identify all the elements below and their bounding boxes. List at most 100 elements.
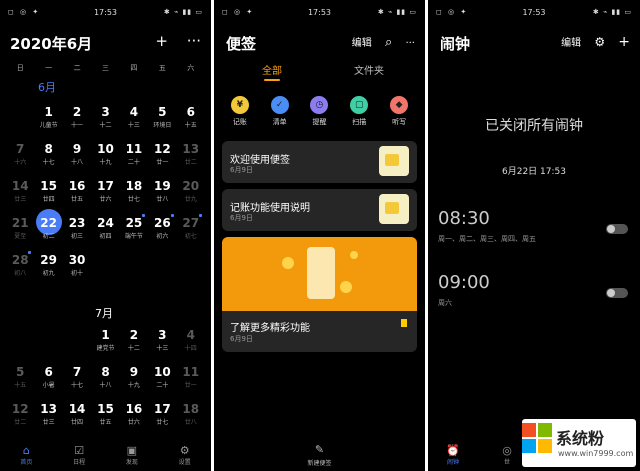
- day-cell[interactable]: 11 二十: [120, 140, 148, 177]
- day-number: 6: [44, 365, 53, 379]
- day-cell[interactable]: 5 环境日: [148, 103, 176, 140]
- add-event-icon[interactable]: +: [155, 32, 168, 50]
- weekday-label: 六: [187, 64, 195, 72]
- more-icon[interactable]: ···: [187, 32, 201, 50]
- quick-action[interactable]: ¥ 记账: [220, 96, 260, 127]
- day-cell[interactable]: 15 廿五: [91, 400, 119, 437]
- day-cell: [91, 251, 119, 288]
- quick-action[interactable]: ◆ 听写: [379, 96, 419, 127]
- day-cell[interactable]: 23 初三: [63, 214, 91, 251]
- day-cell[interactable]: 12 廿二: [6, 400, 34, 437]
- tab-item[interactable]: ⚙ 设置: [158, 441, 211, 471]
- tab-alarm[interactable]: ⏰ 闹钟: [438, 444, 468, 466]
- lunar-label: 环境日: [153, 122, 172, 129]
- lunar-label: 端午节: [124, 233, 143, 240]
- day-cell[interactable]: 4 十三: [120, 103, 148, 140]
- day-cell[interactable]: 6 十五: [177, 103, 205, 140]
- day-cell[interactable]: 3 十二: [91, 103, 119, 140]
- day-cell[interactable]: 1 儿童节: [34, 103, 62, 140]
- edit-button[interactable]: 编辑: [561, 38, 581, 49]
- day-cell[interactable]: 13 廿三: [34, 400, 62, 437]
- day-cell[interactable]: 21 夏至: [6, 214, 34, 251]
- tab-item[interactable]: ▣ 发现: [106, 441, 159, 471]
- day-cell[interactable]: 16 廿五: [63, 177, 91, 214]
- day-cell[interactable]: 18 廿八: [177, 400, 205, 437]
- tab-folder[interactable]: 文件夹: [354, 62, 384, 77]
- tab-item[interactable]: ⌂ 首页: [0, 441, 53, 471]
- day-cell[interactable]: 30 初十: [63, 251, 91, 288]
- lunar-label: 二十: [156, 382, 169, 389]
- day-cell[interactable]: 27 初七: [177, 214, 205, 251]
- day-cell[interactable]: 12 廿一: [148, 140, 176, 177]
- day-cell: [34, 326, 62, 363]
- day-number: 4: [129, 105, 139, 119]
- day-cell[interactable]: 4 十四: [177, 326, 205, 363]
- lunar-label: 十三: [156, 345, 169, 352]
- promo-card[interactable]: 了解更多精彩功能 6月9日: [222, 237, 417, 352]
- day-cell[interactable]: 8 十八: [91, 363, 119, 400]
- june-grid: 1 儿童节 2 十一 3 十二 4 十三 5 环境日 6 十五 7 十六 8 十七 9 十八 10 十九 11 二十 12 廿…: [6, 103, 205, 288]
- day-cell[interactable]: 20 廿九: [177, 177, 205, 214]
- alarm-item[interactable]: 08:30 周一、周二、周三、周四、周五: [438, 208, 630, 258]
- day-cell[interactable]: 1 建党节: [91, 326, 119, 363]
- note-title: 记账功能使用说明: [230, 203, 310, 214]
- day-cell[interactable]: 17 廿七: [148, 400, 176, 437]
- day-cell[interactable]: 7 十六: [6, 140, 34, 177]
- alarm-toggle[interactable]: [606, 288, 628, 298]
- day-cell[interactable]: 10 十九: [91, 140, 119, 177]
- day-cell[interactable]: 25 端午节: [120, 214, 148, 251]
- add-alarm-icon[interactable]: +: [618, 34, 630, 50]
- day-number: 14: [11, 179, 29, 193]
- note-card[interactable]: 欢迎使用便签 6月9日: [222, 141, 417, 183]
- day-number: 25: [125, 216, 143, 230]
- tab-world-label: 世: [503, 459, 510, 466]
- day-cell[interactable]: 14 廿四: [63, 400, 91, 437]
- day-cell[interactable]: 14 廿三: [6, 177, 34, 214]
- day-cell[interactable]: 19 廿八: [148, 177, 176, 214]
- coin-illustration: [350, 251, 358, 259]
- day-cell[interactable]: 16 廿六: [120, 400, 148, 437]
- quick-action[interactable]: ▢ 扫描: [339, 96, 379, 127]
- day-cell[interactable]: 3 十三: [148, 326, 176, 363]
- day-cell[interactable]: 18 廿七: [120, 177, 148, 214]
- alarm-toggle[interactable]: [606, 224, 628, 234]
- tab-item[interactable]: ☑ 日程: [53, 441, 106, 471]
- day-cell-today[interactable]: 22 初二: [34, 209, 62, 251]
- tab-icon: ☑: [74, 444, 85, 457]
- day-cell[interactable]: 8 十七: [34, 140, 62, 177]
- day-cell[interactable]: 29 初九: [34, 251, 62, 288]
- day-cell[interactable]: 2 十二: [120, 326, 148, 363]
- quick-action[interactable]: ◷ 提醒: [300, 96, 340, 127]
- note-card[interactable]: 记账功能使用说明 6月9日: [222, 189, 417, 231]
- day-cell[interactable]: 9 十九: [120, 363, 148, 400]
- day-cell[interactable]: 11 廿一: [177, 363, 205, 400]
- day-cell[interactable]: 7 十七: [63, 363, 91, 400]
- search-icon[interactable]: ⌕: [385, 35, 392, 50]
- day-cell[interactable]: 9 十八: [63, 140, 91, 177]
- tab-all[interactable]: 全部: [262, 62, 282, 81]
- edit-button[interactable]: 编辑: [352, 38, 372, 49]
- more-icon[interactable]: ···: [405, 38, 415, 49]
- day-number: 2: [129, 328, 139, 342]
- tab-label: 日程: [73, 459, 86, 466]
- lunar-label: 十五: [184, 122, 197, 129]
- day-cell[interactable]: 6 小暑: [34, 363, 62, 400]
- day-cell[interactable]: 2 十一: [63, 103, 91, 140]
- quick-action-icon: ▢: [350, 96, 369, 114]
- day-cell[interactable]: 28 初八: [6, 251, 34, 288]
- day-cell[interactable]: 10 二十: [148, 363, 176, 400]
- settings-icon[interactable]: ⚙: [594, 35, 605, 49]
- day-cell[interactable]: 26 初六: [148, 214, 176, 251]
- tab-world-clock[interactable]: ◎ 世: [492, 444, 522, 466]
- day-number: 24: [97, 216, 114, 230]
- day-cell[interactable]: 24 初四: [91, 214, 119, 251]
- day-cell[interactable]: 5 十五: [6, 363, 34, 400]
- alarm-item[interactable]: 09:00 周六: [438, 272, 630, 322]
- calendar-month-title[interactable]: 2020年6月: [10, 33, 92, 54]
- alarm-clock-icon: ⏰: [446, 444, 460, 457]
- quick-action[interactable]: ✓ 清单: [260, 96, 300, 127]
- new-note-button[interactable]: ✎ 新建便签: [214, 443, 425, 467]
- day-cell[interactable]: 13 廿二: [177, 140, 205, 177]
- day-cell[interactable]: 17 廿六: [91, 177, 119, 214]
- alarm-repeat: 周一、周二、周三、周四、周五: [438, 235, 536, 243]
